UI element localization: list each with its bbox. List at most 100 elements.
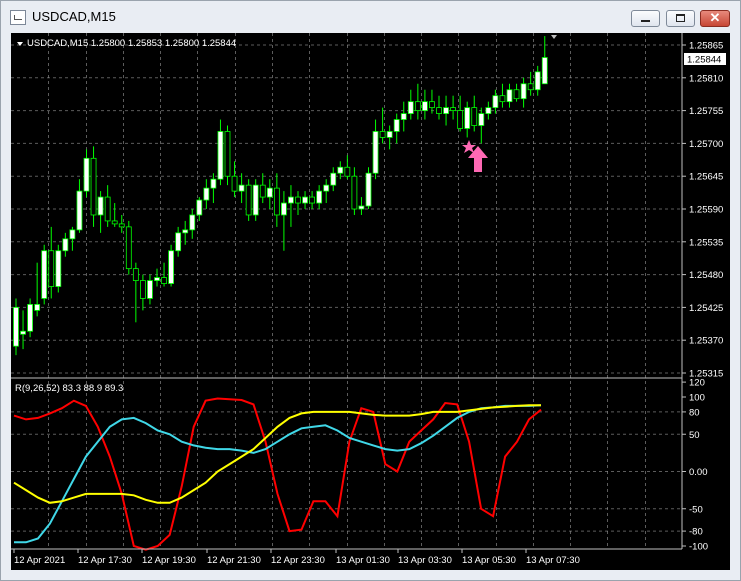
candle-body [280,202,287,216]
candle-body [217,131,224,180]
candle-body [414,101,421,112]
time-tick-label: 12 Apr 2021 [14,555,65,566]
candle-body [252,184,259,216]
candle-body [330,172,337,186]
indicator-tick-label: 120 [689,378,705,389]
candle-body [125,226,132,270]
price-tick-label: 1.25425 [689,303,723,314]
price-tick-label: 1.25645 [689,172,723,183]
price-tick-label: 1.25480 [689,270,723,281]
candle-body [478,113,485,126]
candle-body [400,113,407,120]
candle-body [520,83,527,100]
candle-body [541,57,548,85]
candle-body [316,190,323,204]
indicator-tick-label: -100 [689,542,708,553]
candle-body [295,196,301,204]
chart-window: USDCAD,M15 ✕ USDCAD,M15 1.25800 1.25853 … [0,0,741,581]
candle-body [309,196,316,204]
price-axis: 1.25865 1.25810 1.25755 1.25700 1.25645 1.255… [682,41,723,380]
candle-body [182,229,189,234]
indicator-line-red [13,397,542,551]
candle-body [443,107,449,114]
time-tick-label: 13 Apr 07:30 [526,555,580,566]
candle-body [161,277,167,284]
time-tick-label: 12 Apr 17:30 [78,555,132,566]
candle-body [429,101,435,109]
time-tick-label: 12 Apr 21:30 [207,555,261,566]
price-tick-label: 1.25700 [689,139,723,150]
indicator-axis: 120 100 80 50 0.00 -50 -80 -100 [682,378,708,553]
window-title: USDCAD,M15 [32,9,116,24]
candle-body [288,196,294,204]
price-tick-label: 1.25370 [689,336,723,347]
candle-body [210,178,217,189]
candle-body [337,166,344,174]
candle-body [13,306,19,347]
indicator-header: R(9,26,52) 83.3 88.9 89.3 [15,383,123,394]
candle-body [118,223,125,228]
candle-body [90,157,97,216]
time-axis: 12 Apr 2021 12 Apr 17:30 12 Apr 19:30 12 Ap… [13,549,580,566]
shift-marker-icon[interactable] [551,35,557,39]
candle-body [69,229,76,240]
price-tick-label: 1.25810 [689,73,723,84]
candle-body [499,95,506,103]
candle-body [231,175,238,192]
time-tick-label: 12 Apr 23:30 [271,555,325,566]
candle-body [323,184,330,192]
indicator-tick-label: 80 [689,407,700,418]
maximize-button[interactable] [666,10,695,27]
candle-body [154,277,160,281]
candle-body [450,107,457,111]
candle-body [224,131,231,177]
price-tick-label: 1.25535 [689,237,723,248]
time-tick-label: 12 Apr 19:30 [142,555,196,566]
candle-body [238,184,245,192]
candle-body [386,131,393,138]
candle-body [379,131,386,138]
time-tick-label: 13 Apr 01:30 [336,555,390,566]
candle-body [527,83,534,91]
candle-body [111,220,118,225]
grid-lines [11,33,682,549]
candle-body [168,250,175,284]
chart-canvas[interactable]: USDCAD,M15 1.25800 1.25853 1.25800 1.258… [11,33,730,570]
candle-body [27,304,34,332]
minimize-button[interactable] [631,10,660,27]
title-bar[interactable]: USDCAD,M15 ✕ [1,1,740,31]
indicator-tick-label: -80 [689,527,703,538]
candle-body [506,89,513,103]
indicator-lines [13,397,542,551]
candle-body [421,101,428,112]
indicator-tick-label: 100 [689,393,705,404]
maximize-icon [676,14,685,22]
time-tick-label: 13 Apr 03:30 [398,555,452,566]
main-pane-header: USDCAD,M15 1.25800 1.25853 1.25800 1.258… [27,38,236,49]
candle-body [457,110,464,129]
price-tick-label: 1.25865 [689,41,723,52]
candle-body [344,166,351,177]
minimize-icon [641,20,650,22]
candle-body [393,119,400,132]
close-icon: ✕ [709,10,721,25]
candle-body [20,330,26,335]
close-button[interactable]: ✕ [700,10,730,27]
indicator-tick-label: 50 [689,430,700,441]
candle-body [302,196,308,204]
candle-body [203,187,210,201]
candle-body [83,157,90,192]
candle-body [485,107,492,114]
candle-body [266,187,273,198]
candle-body [189,214,196,231]
candle-body [139,280,146,299]
candle-body [259,184,266,198]
candle-body [471,107,478,126]
candle-body [147,280,153,299]
candle-body [372,131,379,174]
candle-body [534,71,541,91]
candle-body [351,175,358,210]
candle-body [196,199,203,216]
candle-body [34,304,41,311]
chart-area[interactable]: USDCAD,M15 1.25800 1.25853 1.25800 1.258… [11,33,730,570]
